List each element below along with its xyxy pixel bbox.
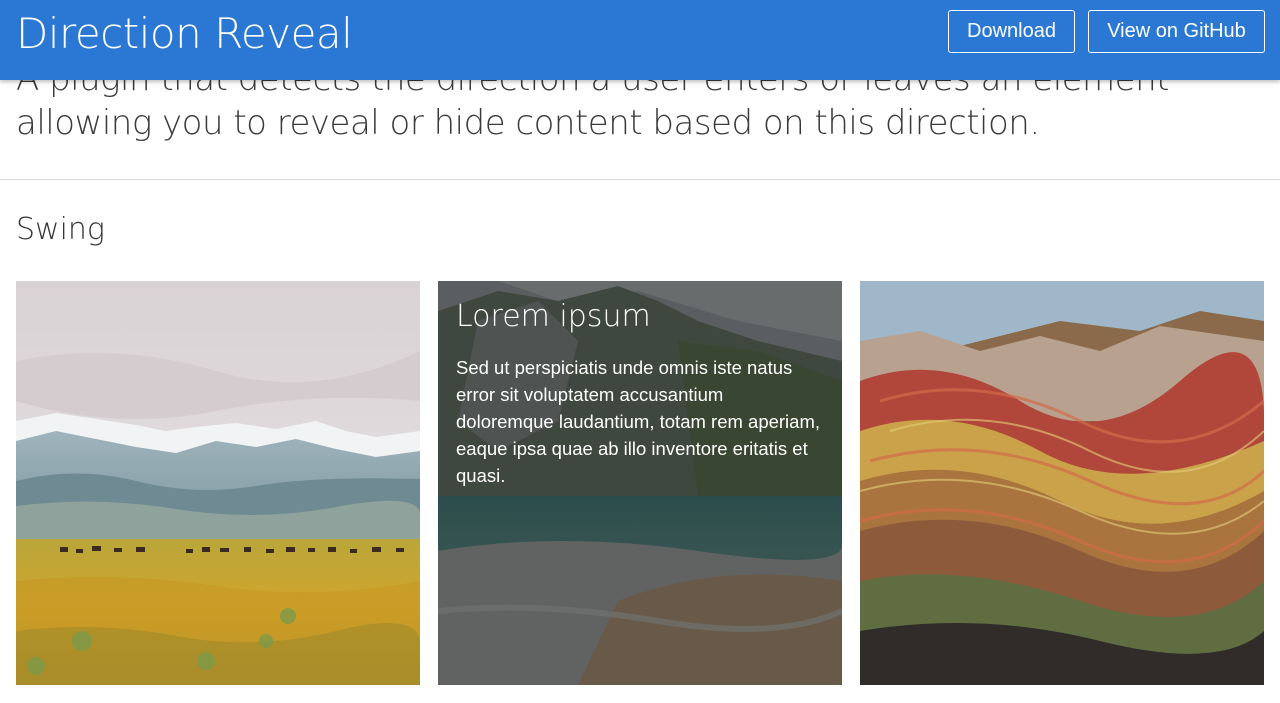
meadow-image — [16, 281, 420, 685]
header-bar: Direction Reveal Download View on GitHub — [0, 0, 1280, 80]
gallery-tile-coast[interactable]: Lorem ipsum Sed ut perspiciatis unde omn… — [438, 281, 842, 685]
gallery-tile-meadow[interactable] — [16, 281, 420, 685]
download-button[interactable]: Download — [948, 10, 1075, 53]
overlay-title: Lorem ipsum — [456, 299, 651, 334]
section-title: Swing — [16, 212, 105, 247]
intro-line-2: allowing you to reveal or hide content b… — [16, 103, 1040, 143]
gallery-tile-rainbow-mountains[interactable] — [860, 281, 1264, 685]
view-on-github-button[interactable]: View on GitHub — [1088, 10, 1265, 53]
app-title: Direction Reveal — [16, 9, 353, 58]
tile-overlay: Lorem ipsum Sed ut perspiciatis unde omn… — [438, 281, 842, 685]
rainbow-mountains-image — [860, 281, 1264, 685]
overlay-description: Sed ut perspiciatis unde omnis iste natu… — [456, 357, 821, 486]
section-divider — [0, 179, 1280, 180]
